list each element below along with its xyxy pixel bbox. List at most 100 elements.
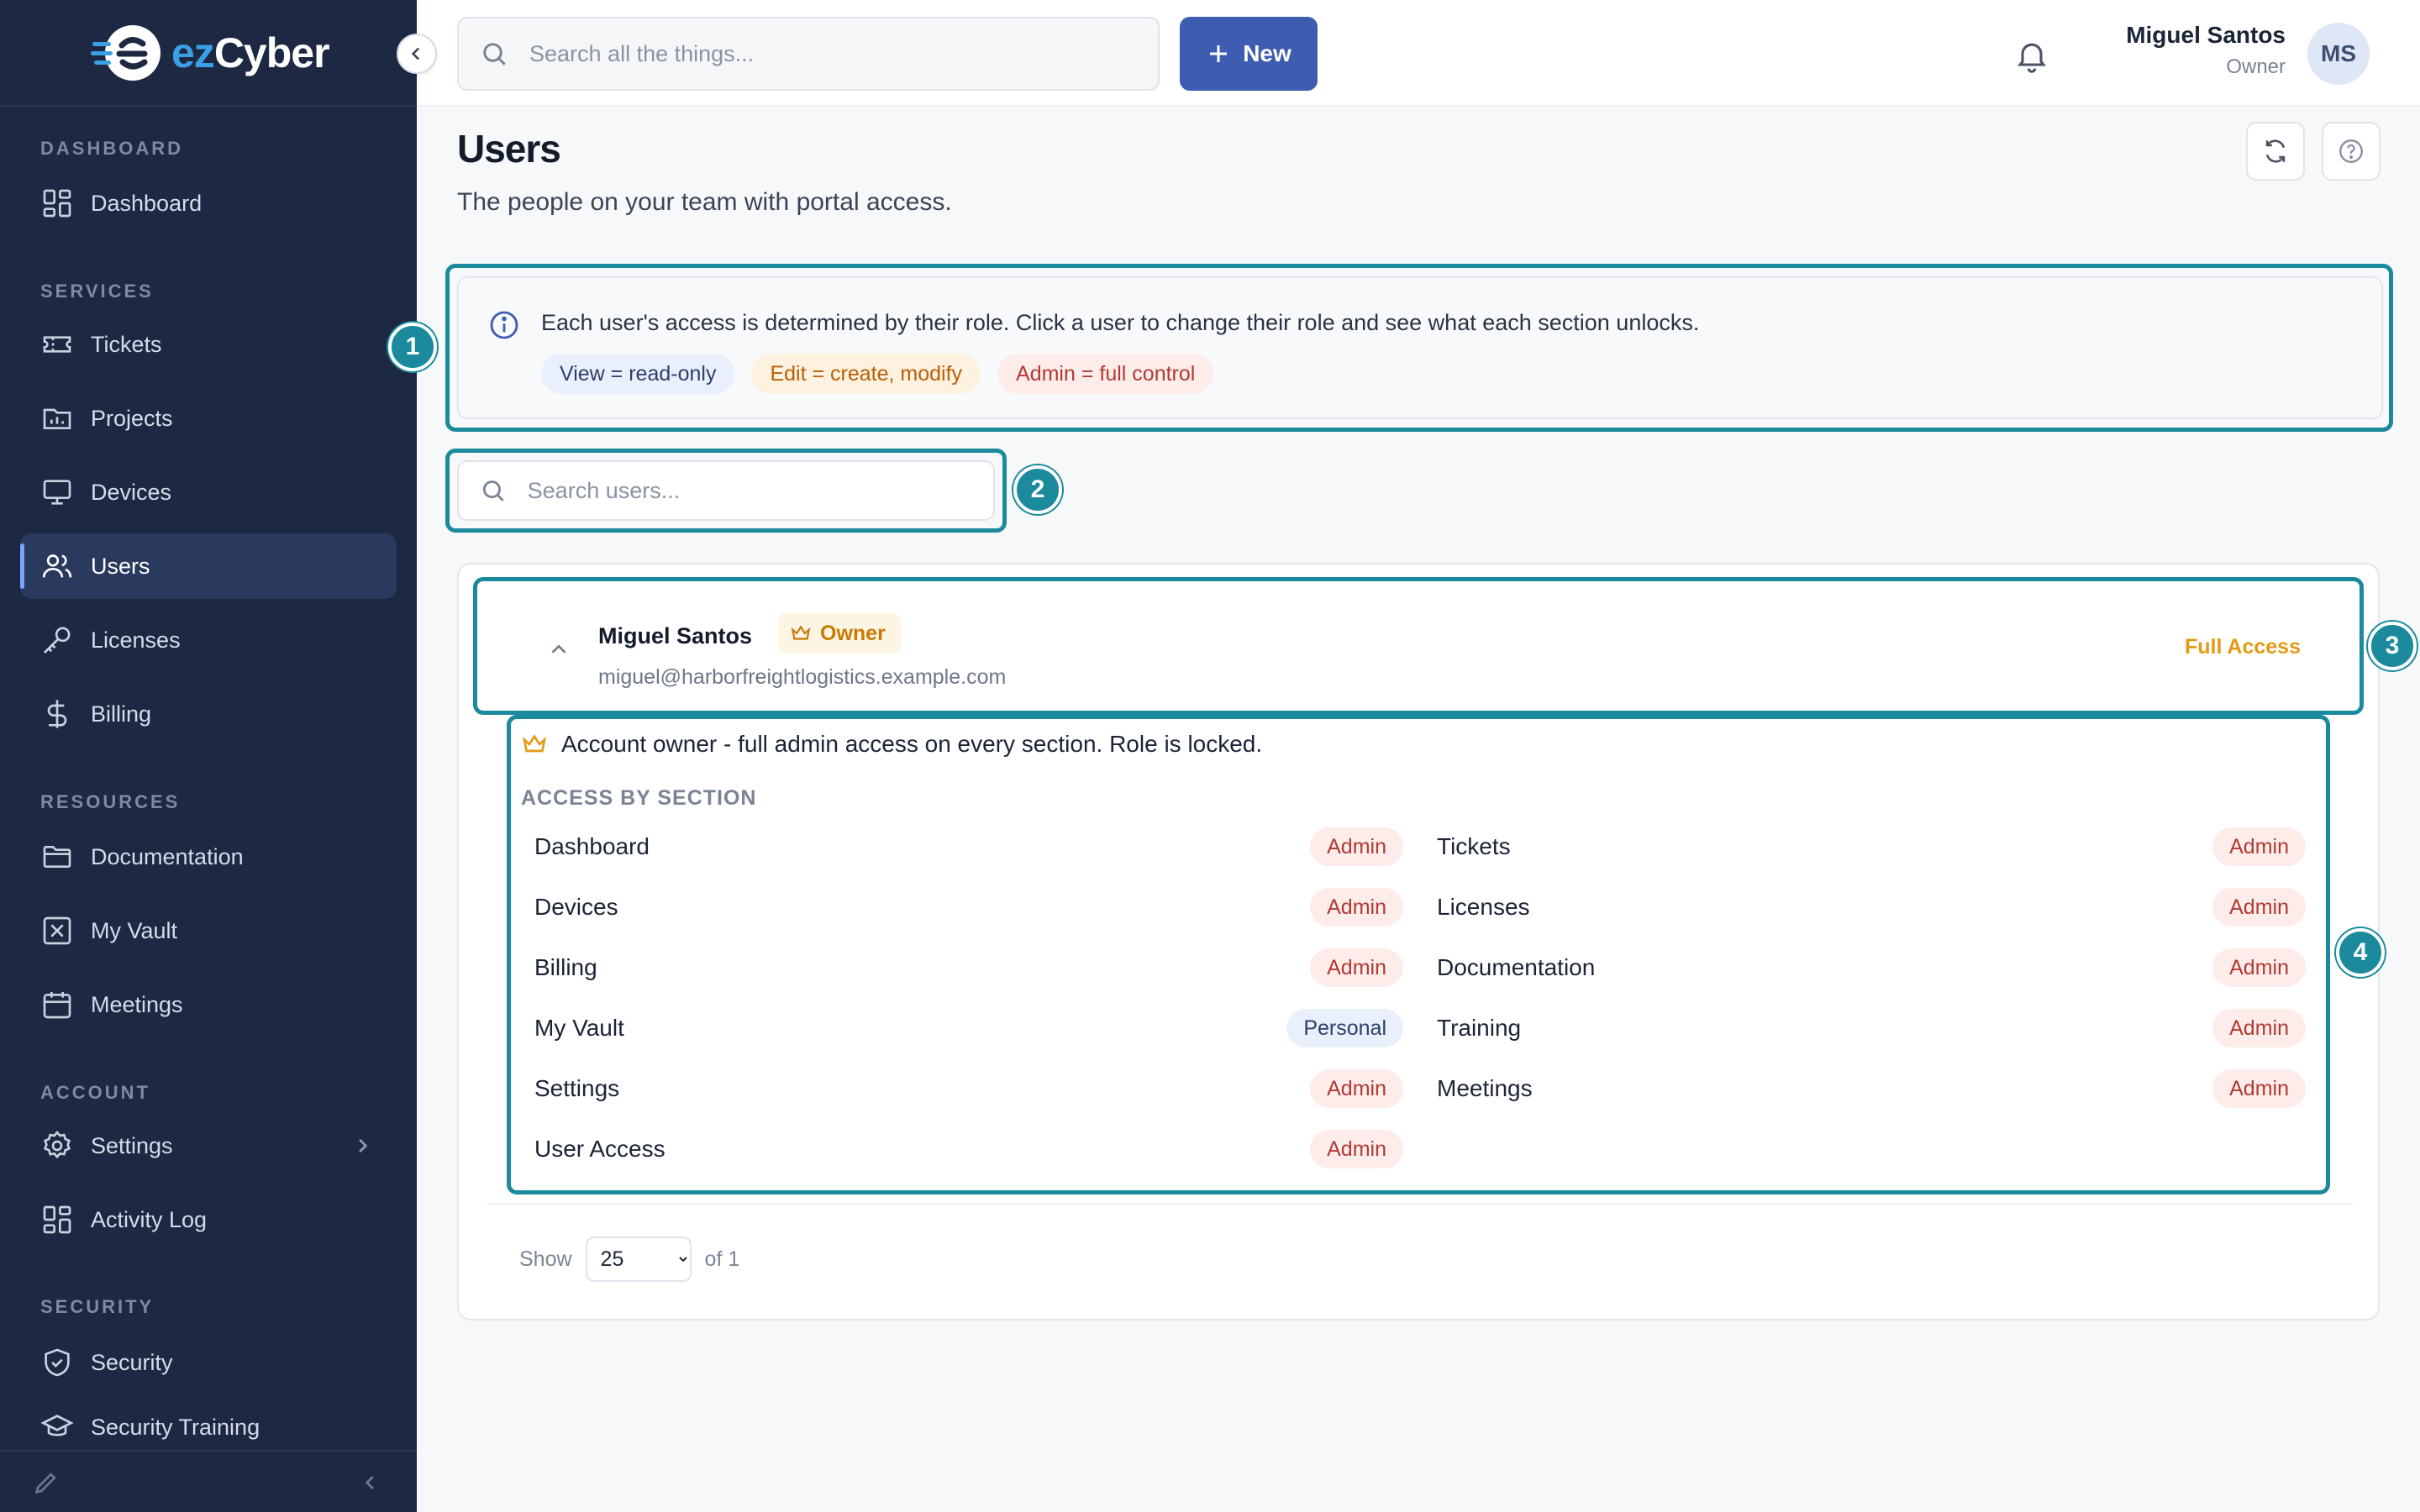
callout-marker-2: 2 <box>1013 465 1062 514</box>
pagination: Show 25 of 1 <box>519 1236 739 1282</box>
sidebar: ezCyber DASHBOARD Dashboard SERVICES Tic… <box>0 0 417 1512</box>
info-icon <box>490 311 518 339</box>
gear-icon <box>43 1131 71 1159</box>
sidebar-item-security-training[interactable]: Security Training <box>20 1404 397 1451</box>
sidebar-collapse-button[interactable] <box>397 34 437 74</box>
owner-note-text: Account owner - full admin access on eve… <box>561 731 1263 757</box>
callout-marker-3: 3 <box>2368 622 2417 670</box>
access-row-meetings: Meetings Admin <box>1423 1058 2306 1119</box>
sidebar-item-devices[interactable]: Devices <box>20 459 397 525</box>
owner-badge: Owner <box>778 613 901 654</box>
calendar-icon <box>43 992 71 1019</box>
sidebar-item-dashboard[interactable]: Dashboard <box>20 171 397 236</box>
sidebar-item-projects[interactable]: Projects <box>20 386 397 451</box>
graduation-icon <box>40 1415 74 1436</box>
access-section-name: Training <box>1437 1015 1522 1041</box>
help-button[interactable] <box>2322 122 2381 181</box>
page-size-select[interactable]: 25 <box>585 1236 692 1282</box>
role-info-text: Each user's access is determined by thei… <box>541 310 1700 335</box>
user-search[interactable] <box>457 460 995 521</box>
sidebar-footer <box>0 1450 417 1512</box>
access-section-name: Devices <box>534 894 618 920</box>
legend-edit-chip: Edit = create, modify <box>751 354 981 394</box>
access-row-devices: Devices Admin <box>521 877 1403 937</box>
global-search-input[interactable] <box>529 40 1118 67</box>
section-dashboard: DASHBOARD <box>40 138 183 159</box>
sidebar-item-billing[interactable]: Billing <box>20 681 397 747</box>
section-resources: RESOURCES <box>40 791 181 812</box>
pencil-icon[interactable] <box>32 1468 60 1497</box>
ezcyber-logo[interactable]: ezCyber <box>91 20 330 86</box>
users-card: Miguel Santos Owner miguel@harborfreight… <box>457 563 2380 1320</box>
user-row[interactable]: Miguel Santos Owner miguel@harborfreight… <box>489 585 2346 706</box>
access-level-badge: Admin <box>2212 1069 2306 1108</box>
role-info-box: Each user's access is determined by thei… <box>457 276 2383 419</box>
search-icon <box>483 43 506 66</box>
dollar-icon <box>47 700 67 728</box>
sidebar-item-label: My Vault <box>91 917 178 943</box>
user-search-input[interactable] <box>527 477 993 504</box>
role-legend: View = read-only Edit = create, modify A… <box>541 354 1214 394</box>
plus-icon <box>1210 45 1228 62</box>
access-row-my-vault: My Vault Personal <box>521 998 1403 1058</box>
access-level-badge: Admin <box>2212 948 2306 987</box>
access-level-badge: Admin <box>2212 1009 2306 1047</box>
monitor-icon <box>43 480 71 505</box>
ticket-icon <box>43 336 71 353</box>
legend-view-chip: View = read-only <box>541 354 735 394</box>
chevron-right-icon <box>359 1138 368 1153</box>
logo-text-cyber: Cyber <box>213 29 330 76</box>
sidebar-item-users[interactable]: Users <box>20 533 397 599</box>
access-section-name: Settings <box>534 1075 620 1101</box>
chevron-up-icon[interactable] <box>546 637 571 662</box>
access-row-settings: Settings Admin <box>521 1058 1403 1119</box>
sidebar-item-label: Tickets <box>91 331 162 357</box>
sidebar-item-tickets[interactable]: Tickets <box>20 312 397 377</box>
access-row-dashboard: Dashboard Admin <box>521 816 1403 877</box>
bell-icon[interactable] <box>2013 37 2050 74</box>
access-row-tickets: Tickets Admin <box>1423 816 2306 877</box>
sidebar-item-my-vault[interactable]: My Vault <box>20 898 397 963</box>
dashboard-icon <box>43 189 71 218</box>
refresh-button[interactable] <box>2246 122 2305 181</box>
sidebar-item-documentation[interactable]: Documentation <box>20 824 397 890</box>
crown-icon <box>791 625 811 640</box>
access-row-billing: Billing Admin <box>521 937 1403 998</box>
callout-marker-1: 1 <box>388 323 437 371</box>
current-user-name: Miguel Santos <box>2126 22 2286 48</box>
access-level-badge: Admin <box>1310 1069 1403 1108</box>
sidebar-item-meetings[interactable]: Meetings <box>20 972 397 1037</box>
avatar[interactable]: MS <box>2307 23 2370 85</box>
access-row-licenses: Licenses Admin <box>1423 877 2306 937</box>
access-section-name: Tickets <box>1437 833 1511 859</box>
global-search[interactable] <box>457 17 1160 91</box>
access-section-name: Billing <box>534 954 597 980</box>
sidebar-item-label: Licenses <box>91 627 181 653</box>
activity-icon <box>43 1205 71 1234</box>
sidebar-item-label: Devices <box>91 479 172 505</box>
current-user-info[interactable]: Miguel Santos Owner <box>2126 22 2286 79</box>
access-section-name: Meetings <box>1437 1075 1533 1101</box>
access-section-name: My Vault <box>534 1015 624 1041</box>
owner-badge-label: Owner <box>820 621 886 645</box>
access-level-badge: Admin <box>2212 888 2306 927</box>
shield-icon <box>45 1348 70 1377</box>
sidebar-item-settings[interactable]: Settings <box>20 1113 397 1179</box>
sidebar-item-label: Users <box>91 553 150 579</box>
chevron-left-icon[interactable] <box>356 1468 385 1497</box>
vault-icon <box>43 916 71 945</box>
pagination-of-label: of 1 <box>704 1247 740 1271</box>
help-icon <box>2339 139 2363 163</box>
pagination-show-label: Show <box>519 1247 572 1271</box>
divider <box>487 1203 2353 1205</box>
sidebar-item-security[interactable]: Security <box>20 1330 397 1395</box>
new-button[interactable]: New <box>1180 17 1318 91</box>
access-row-user-access: User Access Admin <box>521 1119 1403 1179</box>
search-icon <box>482 480 504 501</box>
sidebar-item-licenses[interactable]: Licenses <box>20 607 397 673</box>
user-name: Miguel Santos <box>598 623 753 648</box>
access-level-badge: Admin <box>1310 948 1403 987</box>
sidebar-item-label: Settings <box>91 1132 173 1158</box>
sidebar-item-activity-log[interactable]: Activity Log <box>20 1187 397 1252</box>
crown-icon <box>522 734 547 753</box>
